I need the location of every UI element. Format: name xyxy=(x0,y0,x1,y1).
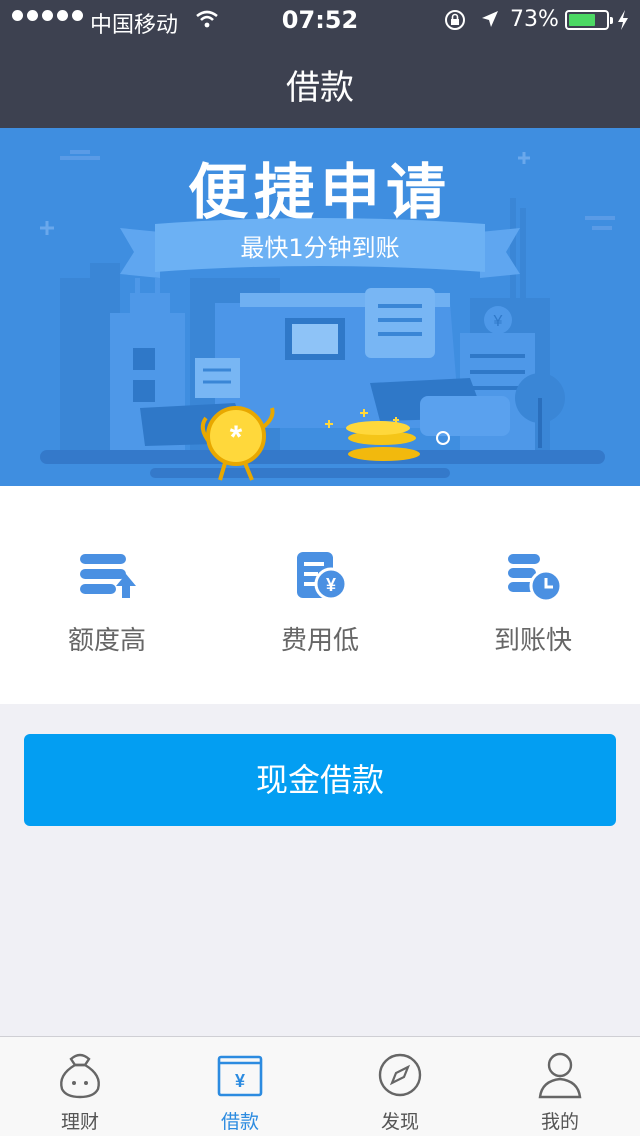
feature-list: 额度高 ¥ 费用低 到账快 xyxy=(0,486,640,704)
top-bar: 中国移动 07:52 73% 借款 xyxy=(0,0,640,128)
tab-bar: 理财 ¥ 借款 发现 我的 xyxy=(0,1036,640,1136)
wallet-yen-icon: ¥ xyxy=(217,1055,263,1097)
tab-label: 借款 xyxy=(220,1111,259,1133)
feature-fast-payout: 到账快 xyxy=(426,486,640,704)
svg-text:¥: ¥ xyxy=(326,575,336,595)
banner-subtitle: 最快1分钟到账 xyxy=(240,234,400,262)
cash-loan-button[interactable]: 现金借款 xyxy=(24,734,616,826)
battery-icon xyxy=(565,10,613,30)
feature-low-fee: ¥ 费用低 xyxy=(213,486,427,704)
feature-label: 额度高 xyxy=(67,626,146,656)
tab-label: 我的 xyxy=(540,1111,579,1133)
svg-text:*: * xyxy=(230,419,243,455)
tab-discover[interactable]: 发现 xyxy=(320,1037,480,1136)
promo-banner[interactable]: ¥ * 便捷申请 最快1分钟到账 xyxy=(0,128,640,486)
tab-loan[interactable]: ¥ 借款 xyxy=(160,1037,320,1136)
tab-mine[interactable]: 我的 xyxy=(480,1037,640,1136)
tab-wealth[interactable]: 理财 xyxy=(0,1037,160,1136)
person-icon xyxy=(538,1052,582,1099)
svg-text:¥: ¥ xyxy=(493,313,503,330)
compass-icon xyxy=(378,1053,422,1097)
rotation-lock-icon xyxy=(445,10,465,30)
tab-label: 理财 xyxy=(60,1111,99,1133)
feature-label: 到账快 xyxy=(493,626,572,656)
money-bag-icon xyxy=(60,1053,100,1099)
tab-label: 发现 xyxy=(380,1111,419,1133)
banner-title: 便捷申请 xyxy=(188,158,452,228)
feature-high-limit: 额度高 xyxy=(0,486,214,704)
stack-clock-icon xyxy=(508,554,563,603)
page-title: 借款 xyxy=(286,68,354,108)
status-bar: 中国移动 07:52 73% xyxy=(0,0,640,40)
feature-label: 费用低 xyxy=(280,626,359,656)
location-arrow-icon xyxy=(482,11,498,27)
stack-arrow-up-icon xyxy=(80,554,136,598)
charging-bolt-icon xyxy=(618,10,628,30)
document-yen-icon: ¥ xyxy=(297,552,348,601)
battery-percent: 73% xyxy=(510,7,559,32)
svg-text:¥: ¥ xyxy=(235,1071,245,1091)
